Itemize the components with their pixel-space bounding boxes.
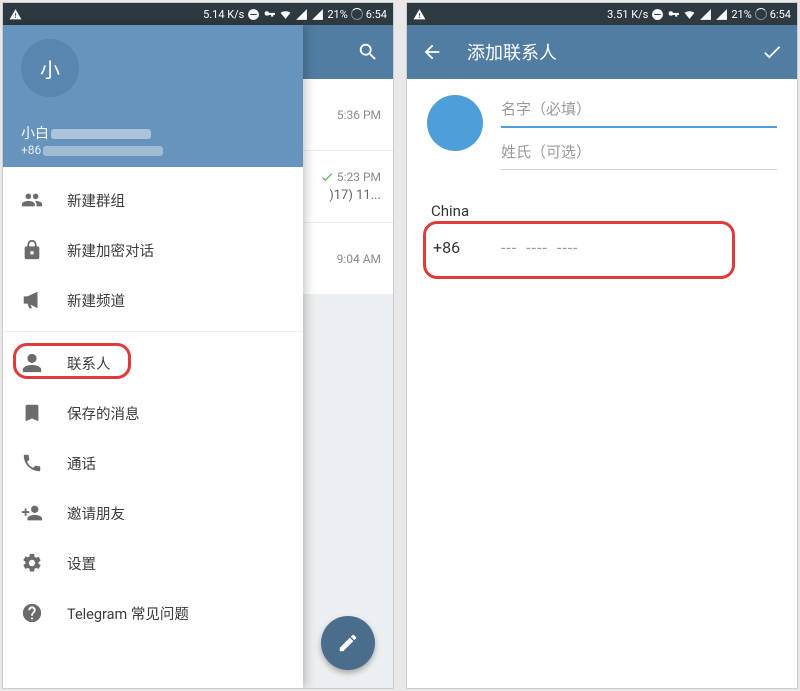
- wifi-icon: [279, 8, 292, 21]
- bookmark-icon: [21, 402, 43, 424]
- status-bar: 5.14 K/s 21% 6:54: [3, 3, 393, 25]
- country-code-field[interactable]: +86: [433, 238, 477, 257]
- chat-time: 5:36 PM: [337, 108, 381, 122]
- dnd-icon: [651, 8, 664, 21]
- phone-number-field[interactable]: --- ---- ----: [501, 238, 579, 257]
- key-icon: [263, 8, 276, 21]
- chat-time: 9:04 AM: [337, 252, 381, 266]
- phone-right: 3.51 K/s 21% 6:54 添加联系人 China +86 --- --…: [406, 2, 798, 689]
- phone-block: China +86 --- ---- ----: [407, 180, 797, 267]
- drawer-header: 小 小白 +86: [3, 25, 303, 167]
- gear-icon: [21, 552, 43, 574]
- user-phone: +86: [21, 143, 285, 157]
- menu-faq[interactable]: Telegram 常见问题: [3, 588, 303, 638]
- wifi-icon: [683, 8, 696, 21]
- menu-label: 通话: [67, 453, 96, 474]
- signal-icon: [295, 8, 308, 21]
- menu-separator: [3, 331, 303, 332]
- menu-calls[interactable]: 通话: [3, 438, 303, 488]
- menu-saved[interactable]: 保存的消息: [3, 388, 303, 438]
- phone-icon: [21, 452, 43, 474]
- net-speed: 3.51 K/s: [607, 8, 648, 21]
- clock: 6:54: [366, 8, 387, 21]
- status-bar: 3.51 K/s 21% 6:54: [407, 3, 797, 25]
- menu-label: 设置: [67, 553, 96, 574]
- page-title: 添加联系人: [467, 39, 737, 65]
- net-speed: 5.14 K/s: [203, 8, 244, 21]
- menu-new-channel[interactable]: 新建频道: [3, 275, 303, 325]
- group-icon: [21, 189, 43, 211]
- country-selector[interactable]: China: [431, 200, 773, 228]
- battery-pct: 21%: [327, 8, 347, 21]
- megaphone-icon: [21, 289, 43, 311]
- phone-left: 5.14 K/s 21% 6:54 5:36 PM 5:23 PM )17) 1…: [2, 2, 394, 689]
- check-icon: [320, 170, 334, 184]
- nav-drawer: 小 小白 +86 新建群组 新建加密对话 新建频道 联系人: [3, 25, 303, 688]
- help-icon: [21, 602, 43, 624]
- search-icon[interactable]: [357, 41, 379, 63]
- spinner-icon: [351, 8, 363, 20]
- menu-label: 新建群组: [67, 190, 125, 211]
- menu-new-secret[interactable]: 新建加密对话: [3, 225, 303, 275]
- name-form: [407, 79, 797, 180]
- battery-pct: 21%: [731, 8, 751, 21]
- menu-contacts[interactable]: 联系人: [3, 338, 303, 388]
- menu-label: 新建频道: [67, 290, 125, 311]
- user-avatar[interactable]: 小: [21, 39, 79, 97]
- menu-label: 邀请朋友: [67, 503, 125, 524]
- add-contact-header: 添加联系人: [407, 25, 797, 79]
- menu-label: Telegram 常见问题: [67, 603, 189, 624]
- chat-time: 5:23 PM: [337, 170, 381, 184]
- check-icon[interactable]: [761, 41, 783, 63]
- menu-settings[interactable]: 设置: [3, 538, 303, 588]
- person-add-icon: [21, 502, 43, 524]
- signal-icon-2: [311, 8, 324, 21]
- key-icon: [667, 8, 680, 21]
- signal-icon: [699, 8, 712, 21]
- menu-label: 新建加密对话: [67, 240, 154, 261]
- lock-icon: [21, 239, 43, 261]
- menu-new-group[interactable]: 新建群组: [3, 175, 303, 225]
- spinner-icon: [755, 8, 767, 20]
- compose-fab[interactable]: [321, 616, 375, 670]
- last-name-field[interactable]: [501, 138, 777, 170]
- warning-icon: [413, 8, 426, 21]
- pencil-icon: [337, 632, 359, 654]
- first-name-field[interactable]: [501, 95, 777, 128]
- person-icon: [21, 352, 43, 374]
- menu-invite[interactable]: 邀请朋友: [3, 488, 303, 538]
- signal-icon-2: [715, 8, 728, 21]
- back-icon[interactable]: [421, 41, 443, 63]
- avatar-letter: 小: [40, 54, 60, 83]
- user-name: 小白: [21, 123, 285, 143]
- clock: 6:54: [770, 8, 791, 21]
- menu-label: 保存的消息: [67, 403, 140, 424]
- warning-icon: [9, 8, 22, 21]
- contact-avatar[interactable]: [427, 95, 483, 151]
- drawer-list: 新建群组 新建加密对话 新建频道 联系人 保存的消息 通话: [3, 167, 303, 646]
- chat-sub: )17) 11...: [329, 188, 381, 203]
- dnd-icon: [247, 8, 260, 21]
- menu-label: 联系人: [67, 353, 111, 374]
